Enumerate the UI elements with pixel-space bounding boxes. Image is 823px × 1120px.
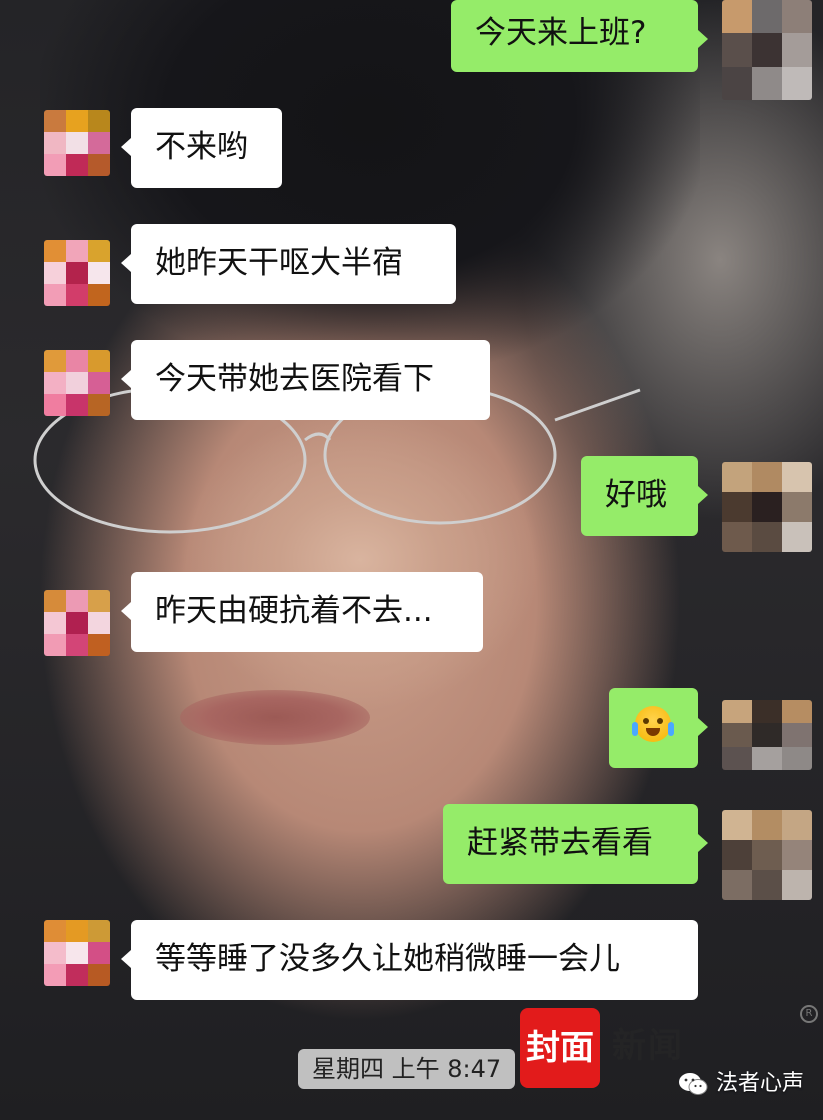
message-bubble-received[interactable]: 今天带她去医院看下 — [121, 340, 490, 420]
avatar-self[interactable] — [722, 700, 812, 770]
avatar-self[interactable] — [722, 0, 812, 100]
message-bubble-received[interactable]: 昨天由硬抗着不去... — [121, 572, 483, 652]
message-text: 不来哟 — [155, 129, 248, 165]
source-watermark: 法者心声 — [678, 1066, 804, 1102]
message-bubble-sent[interactable]: 好哦 — [581, 456, 708, 536]
message-text: 等等睡了没多久让她稍微睡一会儿 — [155, 941, 620, 977]
message-text: 她昨天干呕大半宿 — [155, 245, 403, 281]
avatar-self[interactable] — [722, 810, 812, 900]
message-bubble-received[interactable]: 她昨天干呕大半宿 — [121, 224, 456, 304]
message-text: 赶紧带去看看 — [467, 825, 653, 861]
avatar-contact[interactable] — [44, 350, 110, 416]
avatar-contact[interactable] — [44, 590, 110, 656]
message-text: 今天来上班? — [475, 15, 647, 51]
message-bubble-received[interactable]: 不来哟 — [121, 108, 282, 188]
cover-news-logo: 封面 — [520, 1008, 600, 1088]
background-lips — [180, 690, 370, 745]
message-bubble-received[interactable]: 等等睡了没多久让她稍微睡一会儿 — [121, 920, 698, 1000]
wechat-icon — [679, 1073, 708, 1095]
message-bubble-sent[interactable] — [609, 688, 708, 768]
message-text: 今天带她去医院看下 — [155, 361, 434, 397]
watermark-text: 法者心声 — [716, 1071, 805, 1096]
message-text: 好哦 — [605, 477, 667, 513]
avatar-contact[interactable] — [44, 920, 110, 986]
message-bubble-sent[interactable]: 今天来上班? — [451, 0, 708, 72]
avatar-contact[interactable] — [44, 110, 110, 176]
crying-laughing-emoji-icon — [632, 706, 674, 742]
registered-mark-icon: R — [800, 1005, 818, 1023]
message-text: 昨天由硬抗着不去... — [155, 593, 433, 629]
avatar-contact[interactable] — [44, 240, 110, 306]
cover-news-logo-text: 新闻 — [612, 1026, 684, 1066]
timestamp-label: 星期四 上午 8:47 — [298, 1049, 516, 1089]
avatar-self[interactable] — [722, 462, 812, 552]
message-bubble-sent[interactable]: 赶紧带去看看 — [443, 804, 708, 884]
